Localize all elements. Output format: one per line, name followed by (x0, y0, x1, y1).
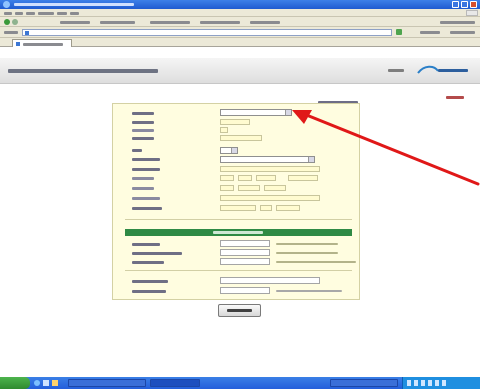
brand-logo-icon (417, 65, 468, 74)
first-name-input[interactable] (220, 119, 250, 125)
outlook-quicklaunch-icon[interactable] (52, 380, 58, 386)
user-type-label (132, 112, 154, 115)
tab-page-icon (16, 42, 20, 46)
middle-initial-input[interactable] (220, 127, 228, 133)
address-input[interactable] (22, 29, 392, 36)
system-tray (402, 377, 480, 389)
school-phone-line[interactable] (256, 175, 276, 181)
verify-password-hint (276, 261, 356, 263)
desktop-quicklaunch-icon[interactable] (43, 380, 49, 386)
username-hint (276, 243, 338, 245)
account-section-header (125, 229, 352, 236)
form-divider (125, 219, 352, 220)
city-state-zip-label (132, 207, 162, 210)
other-phone-ext[interactable] (264, 185, 286, 191)
menu-bar (0, 9, 480, 17)
username-label (132, 243, 160, 246)
security-question-input[interactable] (220, 277, 320, 284)
last-name-input[interactable] (220, 135, 262, 141)
close-button[interactable] (470, 1, 477, 8)
verify-password-input[interactable] (220, 258, 270, 265)
password-hint (276, 252, 338, 254)
minimize-button[interactable] (452, 1, 459, 8)
mailing-address-input[interactable] (220, 195, 320, 201)
page-icon (25, 31, 29, 35)
last-name-label (132, 137, 154, 140)
password-label (132, 252, 182, 255)
menu-item-favorites[interactable] (38, 12, 54, 15)
taskbar-item-1[interactable] (68, 379, 146, 387)
verify-password-label (132, 261, 164, 264)
browser-tab[interactable] (12, 39, 72, 47)
back-button[interactable] (4, 19, 10, 25)
address-bar-row (0, 27, 480, 38)
state-input[interactable] (260, 205, 272, 211)
toolbar-history[interactable] (200, 21, 240, 24)
menu-item-file[interactable] (4, 12, 12, 15)
password-input[interactable] (220, 249, 270, 256)
menu-item-help[interactable] (70, 12, 79, 15)
toolbar-page[interactable] (420, 31, 440, 34)
school-district-label (132, 158, 160, 161)
mailing-address-label (132, 197, 160, 200)
ie-quicklaunch-icon[interactable] (34, 380, 40, 386)
tray-icons[interactable] (407, 380, 447, 386)
security-question-label (132, 280, 168, 283)
security-answer-label (132, 290, 166, 293)
windows-flag-icon (466, 10, 478, 16)
start-button[interactable] (0, 377, 30, 389)
taskbar-item-2[interactable] (150, 379, 200, 387)
title-label (132, 149, 142, 152)
go-button[interactable] (396, 29, 402, 35)
tab-row (0, 38, 480, 47)
ie-icon (3, 1, 10, 8)
email-label (132, 168, 160, 171)
annotation-arrow (292, 110, 480, 186)
menu-item-edit[interactable] (15, 12, 23, 15)
submit-button-label (227, 309, 252, 312)
toolbar-favorites[interactable] (100, 21, 135, 24)
other-phone-area[interactable] (220, 185, 234, 191)
school-phone-number[interactable] (238, 175, 252, 181)
section-title (213, 231, 263, 234)
zip-input[interactable] (276, 205, 300, 211)
title-bar-text (14, 3, 134, 6)
quick-launch (34, 380, 62, 386)
security-answer-hint (276, 290, 342, 292)
form-divider-2 (125, 270, 352, 271)
maximize-button[interactable] (461, 1, 468, 8)
title-select[interactable] (220, 147, 238, 154)
taskbar-item-3[interactable] (330, 379, 398, 387)
tab-title (23, 43, 63, 46)
first-name-label (132, 121, 154, 124)
header-link-home[interactable] (388, 69, 404, 72)
username-input[interactable] (220, 240, 270, 247)
forward-button[interactable] (12, 19, 18, 25)
toolbar-links[interactable] (440, 21, 475, 24)
city-input[interactable] (220, 205, 256, 211)
other-phone-label (132, 187, 154, 190)
page-header (0, 58, 480, 84)
school-phone-area[interactable] (220, 175, 234, 181)
toolbar-search[interactable] (60, 21, 90, 24)
chevron-down-icon (231, 148, 237, 153)
toolbar-media[interactable] (150, 21, 190, 24)
menu-item-view[interactable] (26, 12, 35, 15)
user-type-select[interactable] (220, 109, 292, 116)
school-phone-label (132, 177, 154, 180)
address-label (4, 31, 18, 34)
page-title (8, 69, 158, 73)
window-titlebar (0, 0, 480, 9)
middle-initial-label (132, 129, 154, 132)
taskbar (0, 377, 480, 389)
toolbar-tools[interactable] (450, 31, 475, 34)
submit-button[interactable] (218, 304, 261, 317)
logout-link[interactable] (446, 96, 464, 99)
security-answer-input[interactable] (220, 287, 270, 294)
toolbar-mail[interactable] (250, 21, 280, 24)
command-toolbar (0, 17, 480, 27)
menu-item-tools[interactable] (57, 12, 67, 15)
other-phone-number[interactable] (238, 185, 260, 191)
